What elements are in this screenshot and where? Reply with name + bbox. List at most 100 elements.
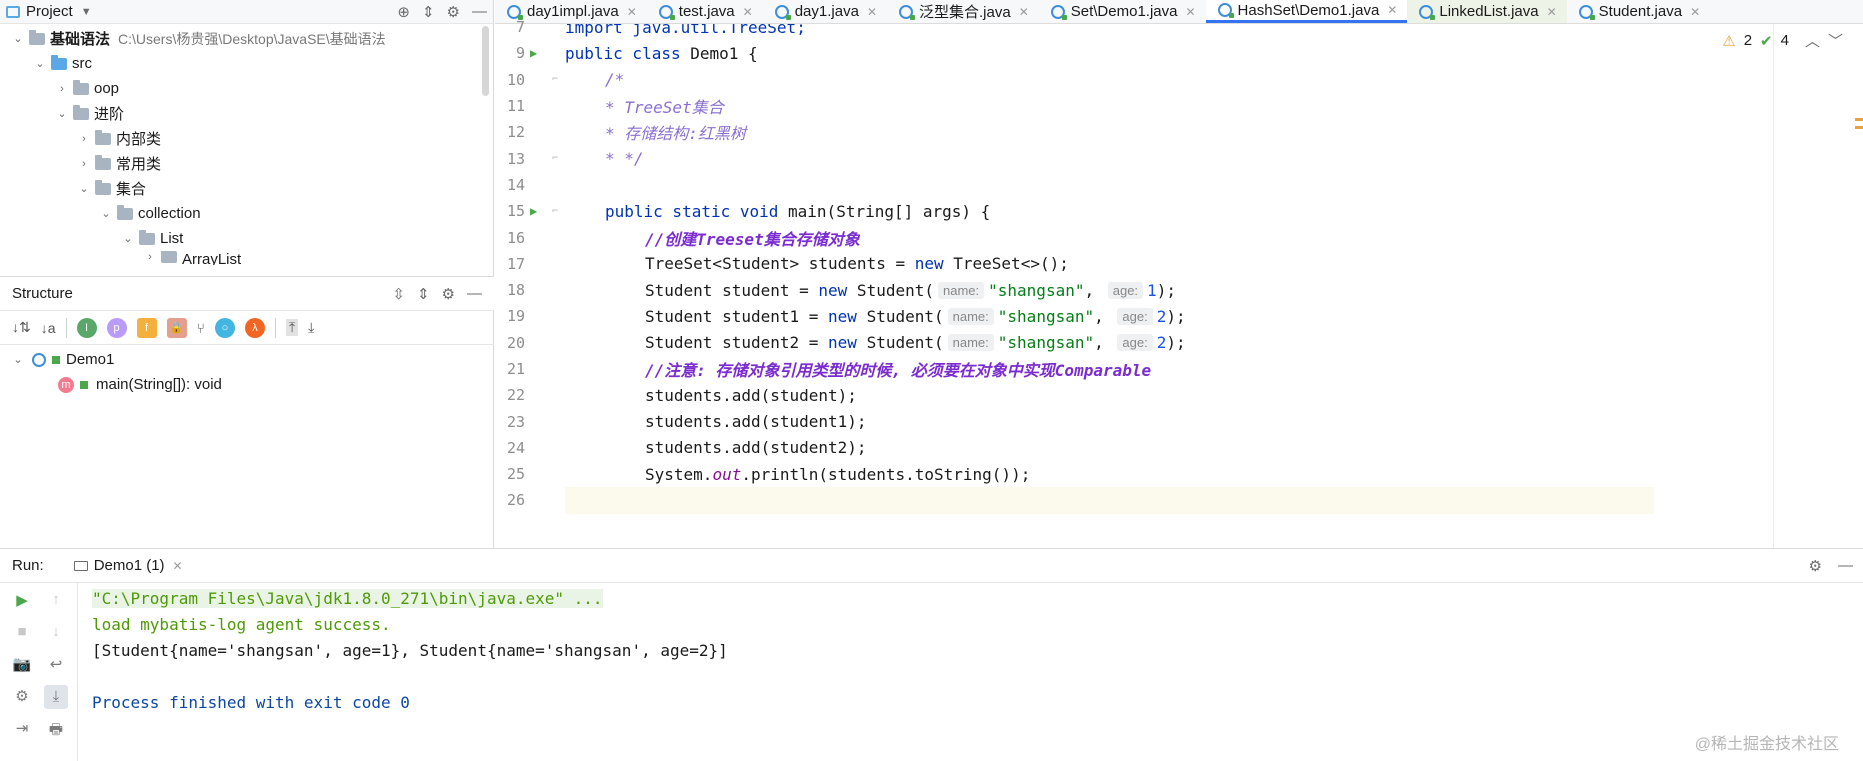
fold-icon[interactable]: ⌐ (552, 74, 558, 85)
rerun-icon[interactable]: ▶ (12, 591, 32, 611)
sort-alphabetically-icon[interactable]: ↓a (41, 320, 56, 336)
show-non-public-icon[interactable]: 🔒 (166, 317, 187, 338)
hide-panel-icon[interactable]: — (472, 3, 487, 21)
close-icon[interactable]: ✕ (627, 5, 637, 19)
print-icon[interactable]: 🖶 (46, 719, 66, 739)
console-text: [Student{name='shangsan', age=1}, Studen… (92, 640, 728, 660)
autoscroll-from-source-icon[interactable]: ⤓ (308, 319, 314, 336)
fold-icon[interactable]: ⌐ (552, 206, 558, 217)
show-fields-icon[interactable]: f (136, 317, 157, 338)
sort-by-visibility-icon[interactable]: ↓⇅ (12, 319, 31, 336)
code-token: 2 (1156, 306, 1167, 326)
hide-panel-icon[interactable]: — (1838, 557, 1853, 574)
close-icon[interactable]: ✕ (1185, 5, 1195, 19)
tab-label: day1.java (794, 3, 859, 20)
chevron-down-icon[interactable]: ⌄ (98, 207, 114, 220)
tab-linkedlist[interactable]: LinkedList.java ✕ (1407, 0, 1567, 23)
code-token: Student( (856, 333, 944, 353)
close-icon[interactable]: ✕ (867, 5, 877, 19)
autoscroll-to-source-icon[interactable]: ⤒ (285, 319, 299, 336)
tab-test[interactable]: test.java ✕ (647, 0, 763, 23)
code-line: * 存储结构:红黑树 (565, 119, 1654, 145)
code-text-area[interactable]: import java.util.TreeSet; public class D… (564, 24, 1654, 548)
chevron-down-icon[interactable]: ⌄ (54, 107, 70, 120)
collapse-all-icon[interactable]: ⇕ (422, 3, 435, 21)
arrow-up-icon[interactable]: ↑ (46, 591, 66, 611)
tree-item-advanced[interactable]: ⌄ 进阶 (0, 101, 493, 126)
pin-tab-icon[interactable]: ⚙ (12, 687, 32, 707)
tab-hashset-demo1[interactable]: HashSet\Demo1.java ✕ (1205, 0, 1408, 23)
structure-item-class[interactable]: ⌄ Demo1 (0, 347, 494, 372)
run-class-icon[interactable]: ▶ (530, 46, 537, 60)
code-editor: day1impl.java ✕ test.java ✕ day1.java ✕ 泛型集… (495, 0, 1863, 548)
tab-set-demo1[interactable]: Set\Demo1.java ✕ (1039, 0, 1206, 23)
chevron-right-icon[interactable]: › (142, 251, 158, 263)
tree-item-label: collection (138, 205, 201, 222)
fold-icon[interactable]: ⌐ (552, 153, 558, 164)
parameter-hint: age: (1117, 307, 1153, 325)
chevron-down-icon[interactable]: ⌄ (76, 182, 92, 195)
close-icon[interactable]: ✕ (1690, 5, 1700, 19)
tree-item-collections[interactable]: ⌄ 集合 (0, 176, 493, 201)
show-anonymous-icon[interactable]: ⑂ (197, 320, 205, 336)
chevron-down-icon[interactable]: ⌄ (32, 57, 48, 70)
tab-label: Student.java (1598, 3, 1683, 20)
expand-all-icon[interactable]: ⇳ (392, 285, 405, 303)
close-icon[interactable]: ✕ (173, 559, 183, 573)
locate-file-icon[interactable]: ⊕ (397, 3, 410, 21)
close-icon[interactable]: ✕ (1547, 5, 1557, 19)
code-token: * */ (605, 149, 644, 169)
tree-item-collection[interactable]: ⌄ collection (0, 201, 493, 226)
chevron-right-icon[interactable]: › (76, 158, 92, 170)
chevron-right-icon[interactable]: › (54, 83, 70, 95)
settings-gear-icon[interactable]: ⚙ (447, 3, 460, 21)
hide-panel-icon[interactable]: — (467, 285, 482, 303)
code-token: "shangsan" (988, 280, 1085, 300)
login-icon[interactable]: ⇥ (12, 719, 32, 739)
console-output[interactable]: "C:\Program Files\Java\jdk1.8.0_271\bin\… (92, 585, 1863, 715)
tab-student[interactable]: Student.java ✕ (1567, 0, 1710, 23)
arrow-down-icon[interactable]: ↓ (46, 623, 66, 643)
chevron-down-icon[interactable]: ⌄ (10, 353, 26, 366)
tree-item-inner-class[interactable]: › 内部类 (0, 126, 493, 151)
project-scrollbar[interactable] (482, 26, 489, 96)
structure-item-method[interactable]: m main(String[]): void (0, 372, 494, 397)
camera-icon[interactable]: 📷 (12, 655, 32, 675)
tree-item-src[interactable]: ⌄ src (0, 51, 493, 76)
warning-marker[interactable] (1855, 118, 1863, 121)
project-dropdown-chevron-icon[interactable]: ▼ (81, 6, 92, 18)
error-stripe[interactable] (1773, 24, 1863, 548)
show-properties-icon[interactable]: p (106, 317, 127, 338)
collapse-all-icon[interactable]: ⇕ (417, 285, 430, 303)
run-method-icon[interactable]: ▶ (530, 204, 537, 218)
show-lambda-icon[interactable]: λ (244, 317, 265, 338)
chevron-down-icon[interactable]: ⌄ (120, 232, 136, 245)
warning-marker[interactable] (1855, 126, 1863, 129)
project-panel-title[interactable]: Project (26, 3, 73, 20)
stop-icon[interactable]: ■ (12, 623, 32, 643)
settings-gear-icon[interactable]: ⚙ (442, 285, 455, 303)
class-icon (32, 352, 46, 367)
watermark: @稀土掘金技术社区 (1694, 736, 1839, 753)
soft-wrap-icon[interactable]: ↩ (46, 655, 66, 675)
tree-item-list[interactable]: ⌄ List (0, 226, 493, 251)
close-icon[interactable]: ✕ (743, 5, 753, 19)
close-icon[interactable]: ✕ (1019, 5, 1029, 19)
close-icon[interactable]: ✕ (1387, 3, 1397, 17)
show-lambdas-icon[interactable]: ○ (214, 317, 235, 338)
parameter-hint: name: (938, 281, 985, 299)
scroll-to-end-icon[interactable]: ⤓ (44, 685, 68, 709)
tree-item-common-class[interactable]: › 常用类 (0, 151, 493, 176)
tree-item-arraylist[interactable]: › ArrayList (0, 251, 493, 265)
tree-item-oop[interactable]: › oop (0, 76, 493, 101)
chevron-down-icon[interactable]: ⌄ (10, 32, 26, 45)
project-panel-header: Project ▼ ⊕ ⇕ ⚙ — (0, 0, 493, 24)
run-tab-demo1[interactable]: Demo1 (1) ✕ (73, 557, 183, 574)
tree-item-root[interactable]: ⌄ 基础语法 C:\Users\杨贵强\Desktop\JavaSE\基础语法 (0, 26, 493, 51)
tab-day1[interactable]: day1.java ✕ (763, 0, 887, 23)
tab-generic-collection[interactable]: 泛型集合.java ✕ (887, 0, 1039, 23)
settings-gear-icon[interactable]: ⚙ (1809, 557, 1822, 575)
toolbar-separator (65, 317, 67, 338)
chevron-right-icon[interactable]: › (76, 133, 92, 145)
show-inherited-icon[interactable]: I (76, 317, 97, 338)
